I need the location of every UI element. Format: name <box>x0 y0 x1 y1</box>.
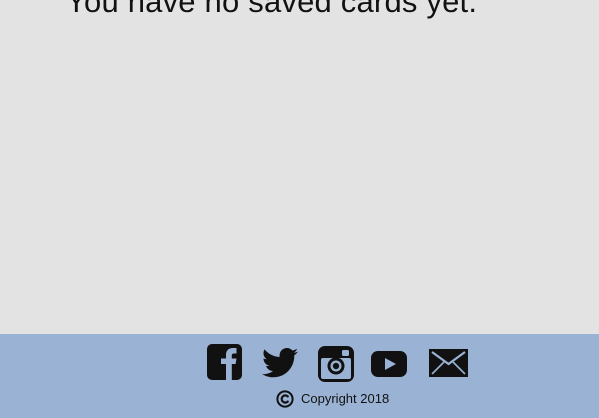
facebook-icon <box>207 344 242 380</box>
twitter-icon <box>262 348 298 378</box>
instagram-icon <box>318 346 354 382</box>
facebook-link[interactable] <box>207 344 242 380</box>
copyright-text: Copyright 2018 <box>301 391 390 406</box>
main-content: You have no saved cards yet. <box>0 0 599 334</box>
empty-state-message: You have no saved cards yet. <box>66 0 478 19</box>
twitter-link[interactable] <box>262 348 298 378</box>
mail-link[interactable] <box>429 349 468 377</box>
copyright-notice: Copyright 2018 <box>276 390 389 408</box>
youtube-icon <box>371 351 407 377</box>
copyright-icon <box>276 390 294 408</box>
youtube-link[interactable] <box>371 351 407 377</box>
instagram-link[interactable] <box>318 346 354 382</box>
mail-icon <box>429 349 468 377</box>
